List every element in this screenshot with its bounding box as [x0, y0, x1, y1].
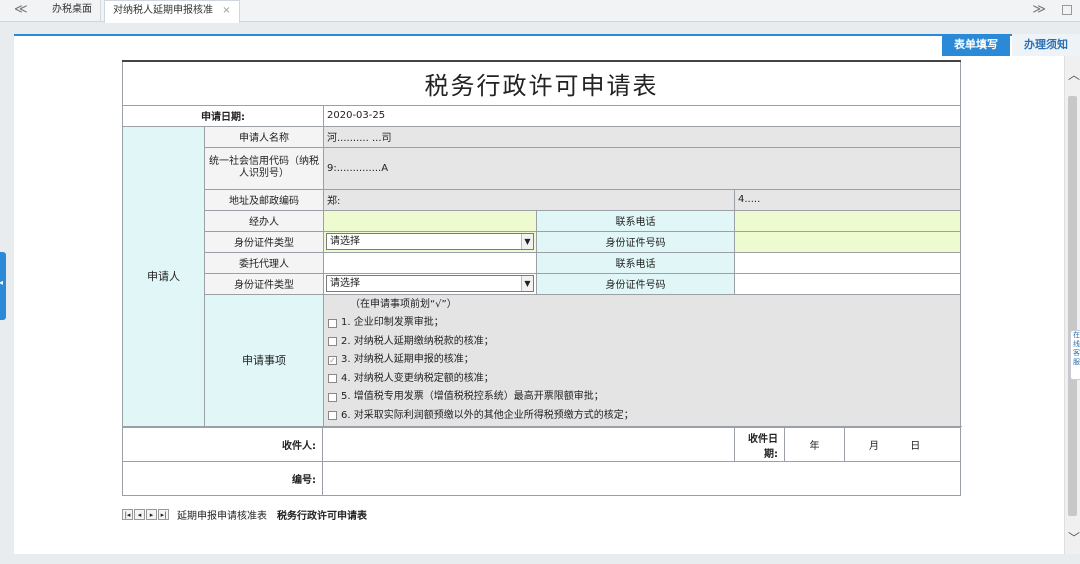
matter-item[interactable]: 1. 企业印制发票审批； — [328, 314, 956, 333]
id-no-input[interactable] — [733, 230, 962, 253]
tab-strip: ≪ 办税桌面 对纳税人延期申报核准 × ≫ — [0, 0, 1080, 23]
receive-date-month: 月 — [869, 441, 879, 452]
serial-label: 编号: — [122, 461, 323, 496]
matter-checkbox[interactable] — [328, 337, 337, 347]
matter-item[interactable]: 4. 对纳税人变更纳税定额的核准； — [328, 370, 956, 389]
agent-id-type-label: 身份证件类型 — [204, 272, 324, 295]
handler-input[interactable] — [323, 209, 537, 232]
receiver-value — [322, 427, 735, 462]
postal-code-value: 4..... — [733, 188, 962, 211]
apply-date-label: 申请日期: — [122, 104, 324, 127]
matters-instruction: （在申请事项前划“√”） — [350, 298, 457, 310]
agent-id-no-input[interactable] — [733, 272, 962, 295]
id-no-label: 身份证件号码 — [536, 230, 735, 253]
id-type-select[interactable]: 请选择 ▼ — [326, 233, 534, 250]
receive-date-year: 年 — [784, 427, 845, 462]
scroll-down-icon[interactable]: ﹀ — [1068, 529, 1080, 546]
tab-form-fill[interactable]: 表单填写 — [942, 34, 1010, 56]
matter-item[interactable]: ✓ 3. 对纳税人延期申报的核准； — [328, 351, 956, 370]
mode-tabs: 表单填写 办理须知 — [940, 34, 1080, 56]
matter-label: 6. 对采取实际利润额预缴以外的其他企业所得税预缴方式的核定； — [341, 409, 634, 421]
matter-item[interactable]: 5. 增值税专用发票（增值税税控系统）最高开票限额审批； — [328, 388, 956, 407]
close-icon[interactable]: × — [222, 5, 230, 16]
sheet-tab-bar: |◂ ◂ ▸ ▸| 延期申报申请核准表 税务行政许可申请表 — [122, 507, 370, 522]
applicant-name-label: 申请人名称 — [204, 125, 324, 148]
receiver-label: 收件人: — [122, 427, 323, 462]
scroll-thumb[interactable] — [1068, 96, 1077, 516]
handler-label: 经办人 — [204, 209, 324, 232]
receive-date-label: 收件日期: — [734, 427, 785, 462]
form-title: 税务行政许可申请表 — [121, 60, 962, 106]
matter-label: 4. 对纳税人变更纳税定额的核准； — [341, 372, 494, 384]
matter-label: 3. 对纳税人延期申报的核准； — [341, 354, 474, 365]
prev-sheet-icon[interactable]: ◂ — [134, 508, 145, 520]
maximize-icon[interactable] — [1062, 5, 1072, 15]
tab-notice[interactable]: 办理须知 — [1012, 34, 1080, 56]
tab-home-label: 办税桌面 — [52, 4, 92, 15]
id-type-selected: 请选择 — [330, 236, 360, 247]
matter-checkbox[interactable] — [328, 411, 337, 421]
handler-phone-label: 联系电话 — [536, 209, 735, 232]
matter-item[interactable]: 6. 对采取实际利润额预缴以外的其他企业所得税预缴方式的核定； — [328, 407, 956, 426]
sheet-tab-deferral[interactable]: 延期申报申请核准表 — [174, 507, 270, 522]
last-sheet-icon[interactable]: ▸| — [158, 508, 169, 520]
online-service-tab[interactable]: 在线客服 — [1070, 330, 1080, 380]
chevron-down-icon: ▼ — [521, 276, 533, 291]
matter-checkbox[interactable] — [328, 318, 337, 328]
chevron-down-icon: ▼ — [521, 234, 533, 249]
tab-scroll-left-icon[interactable]: ≪ — [14, 2, 28, 17]
id-type-label: 身份证件类型 — [204, 230, 324, 253]
tab-current-label: 对纳税人延期申报核准 — [113, 5, 213, 16]
receive-date-day: 日 — [910, 441, 921, 452]
matters-list: 1. 企业印制发票审批； 2. 对纳税人延期缴纳税款的核准； ✓ 3. 对纳税人延期申… — [328, 314, 956, 425]
agent-input[interactable] — [323, 251, 537, 274]
first-sheet-icon[interactable]: |◂ — [122, 508, 133, 520]
applicant-group-label: 申请人 — [122, 125, 205, 427]
serial-value — [322, 461, 961, 496]
application-form: 税务行政许可申请表 申请日期: 2020-03-25 申请人 申请人名称 河..… — [121, 60, 962, 520]
agent-id-type-select[interactable]: 请选择 ▼ — [326, 275, 534, 292]
next-sheet-icon[interactable]: ▸ — [146, 508, 157, 520]
credit-code-label: 统一社会信用代码（纳税人识别号） — [204, 146, 324, 190]
agent-label: 委托代理人 — [204, 251, 324, 274]
address-value: 郑: — [323, 188, 735, 211]
agent-id-type-selected: 请选择 — [330, 278, 360, 289]
address-label: 地址及邮政编码 — [204, 188, 324, 211]
apply-date-value[interactable]: 2020-03-25 — [322, 104, 962, 127]
matter-label: 5. 增值税专用发票（增值税税控系统）最高开票限额审批； — [341, 391, 604, 402]
agent-phone-label: 联系电话 — [536, 251, 735, 274]
matter-label: 2. 对纳税人延期缴纳税款的核准； — [341, 335, 494, 347]
agent-phone-input[interactable] — [733, 251, 962, 274]
tab-current[interactable]: 对纳税人延期申报核准 × — [104, 0, 240, 23]
sheet-tab-license[interactable]: 税务行政许可申请表 — [274, 507, 370, 522]
matter-checkbox[interactable] — [328, 374, 337, 384]
vertical-scrollbar[interactable]: ︿ ﹀ — [1064, 56, 1080, 554]
handler-phone-input[interactable] — [733, 209, 962, 232]
matter-checkbox[interactable] — [328, 392, 337, 402]
tab-home[interactable]: 办税桌面 — [44, 0, 101, 22]
credit-code-value: 9:..............A — [322, 146, 962, 190]
matter-checkbox[interactable]: ✓ — [328, 355, 337, 365]
sidebar-toggle[interactable] — [0, 252, 6, 320]
scroll-up-icon[interactable]: ︿ — [1068, 66, 1080, 83]
tab-scroll-right-icon[interactable]: ≫ — [1032, 2, 1046, 17]
matter-item[interactable]: 2. 对纳税人延期缴纳税款的核准； — [328, 333, 956, 352]
matters-group-label: 申请事项 — [204, 293, 324, 427]
applicant-name-value: 河.......... ...司 — [322, 125, 962, 148]
agent-id-no-label: 身份证件号码 — [536, 272, 735, 295]
matter-label: 1. 企业印制发票审批； — [341, 317, 444, 328]
